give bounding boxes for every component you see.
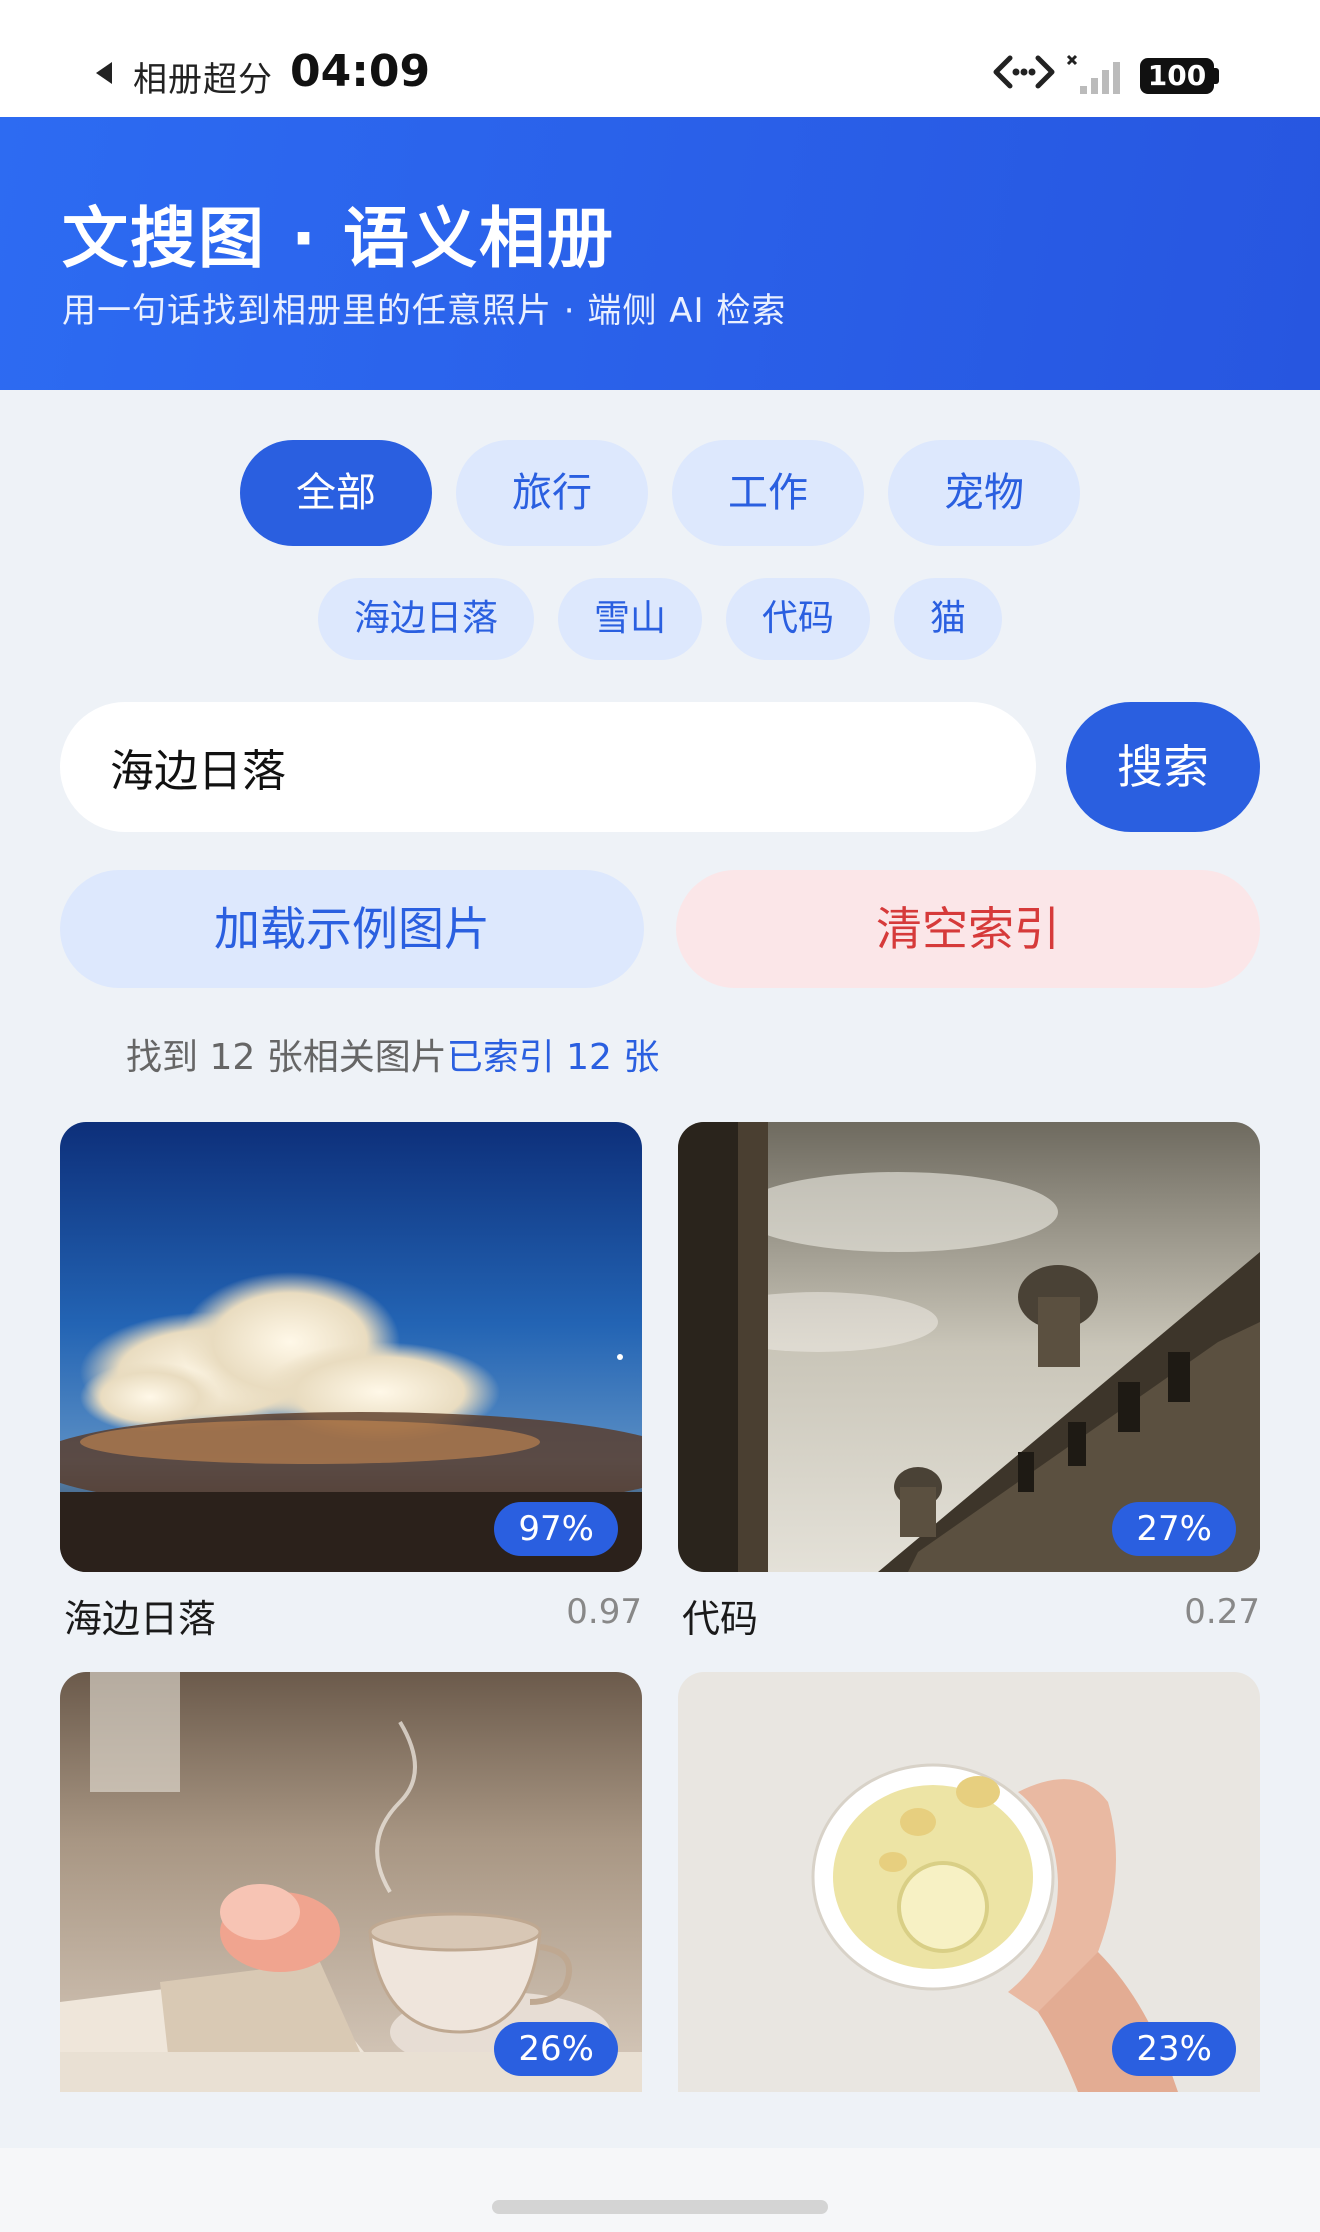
result-found-text: 找到 12 张相关图片 <box>126 1037 447 1078</box>
photo-card[interactable]: 27% 代码 0.27 <box>678 1122 1260 1641</box>
bottom-bar <box>0 2148 1320 2232</box>
suggestion-chip-cat[interactable]: 猫 <box>894 578 1003 660</box>
search-input[interactable] <box>60 702 1036 832</box>
photo-score: 0.97 <box>566 1592 642 1632</box>
photo-card[interactable]: 23% <box>678 1672 1260 2092</box>
suggestion-chip-sunset[interactable]: 海边日落 <box>317 578 534 660</box>
photo-score: 0.27 <box>1184 1592 1260 1632</box>
category-chips: 全部 旅行 工作 宠物 <box>0 440 1320 546</box>
sky-clouds-photo[interactable]: 97% <box>60 1122 642 1572</box>
suggestion-chip-snow-mountain[interactable]: 雪山 <box>557 578 702 660</box>
app-header: 文搜图 · 语义相册 用一句话找到相册里的任意照片 · 端侧 AI 检索 <box>0 117 1320 390</box>
clear-index-button[interactable]: 清空索引 <box>676 870 1260 988</box>
load-samples-button[interactable]: 加载示例图片 <box>60 870 644 988</box>
app-screen: 相册超分 04:09 100 文搜图 · 语义相册 用一句话找到相册里的任意照片… <box>0 0 1320 2232</box>
battery-tip <box>1214 68 1219 84</box>
status-bar: 相册超分 04:09 100 <box>0 0 1320 117</box>
similarity-badge: 27% <box>1112 1502 1236 1556</box>
category-chip-pets[interactable]: 宠物 <box>888 440 1080 546</box>
suggestion-chips: 海边日落 雪山 代码 猫 <box>0 578 1320 660</box>
link-icon <box>993 55 1055 89</box>
page-subtitle: 用一句话找到相册里的任意照片 · 端侧 AI 检索 <box>62 291 787 331</box>
photo-card[interactable]: 97% 海边日落 0.97 <box>60 1122 642 1641</box>
lemon-tea-photo[interactable]: 23% <box>678 1672 1260 2092</box>
status-app-name[interactable]: 相册超分 <box>133 52 273 101</box>
category-chip-work[interactable]: 工作 <box>672 440 864 546</box>
similarity-badge: 97% <box>494 1502 618 1556</box>
status-time: 04:09 <box>290 46 431 97</box>
signal-icon <box>1066 54 1120 94</box>
back-triangle-icon[interactable] <box>96 62 112 84</box>
category-chip-travel[interactable]: 旅行 <box>456 440 648 546</box>
teacup-book-photo[interactable]: 26% <box>60 1672 642 2092</box>
photo-caption: 海边日落 <box>64 1597 217 1641</box>
building-photo[interactable]: 27% <box>678 1122 1260 1572</box>
home-indicator[interactable] <box>492 2200 828 2214</box>
battery-icon: 100 <box>1140 58 1214 94</box>
category-chip-all[interactable]: 全部 <box>240 440 432 546</box>
result-indexed-text: 已索引 12 张 <box>446 1037 660 1078</box>
search-button[interactable]: 搜索 <box>1066 702 1260 832</box>
photo-caption: 代码 <box>682 1597 759 1641</box>
similarity-badge: 23% <box>1112 2022 1236 2076</box>
suggestion-chip-code[interactable]: 代码 <box>726 578 871 660</box>
similarity-badge: 26% <box>494 2022 618 2076</box>
photo-card[interactable]: 26% <box>60 1672 642 2092</box>
result-summary: 找到 12 张相关图片已索引 12 张 <box>126 1028 659 1080</box>
page-title: 文搜图 · 语义相册 <box>62 200 616 277</box>
